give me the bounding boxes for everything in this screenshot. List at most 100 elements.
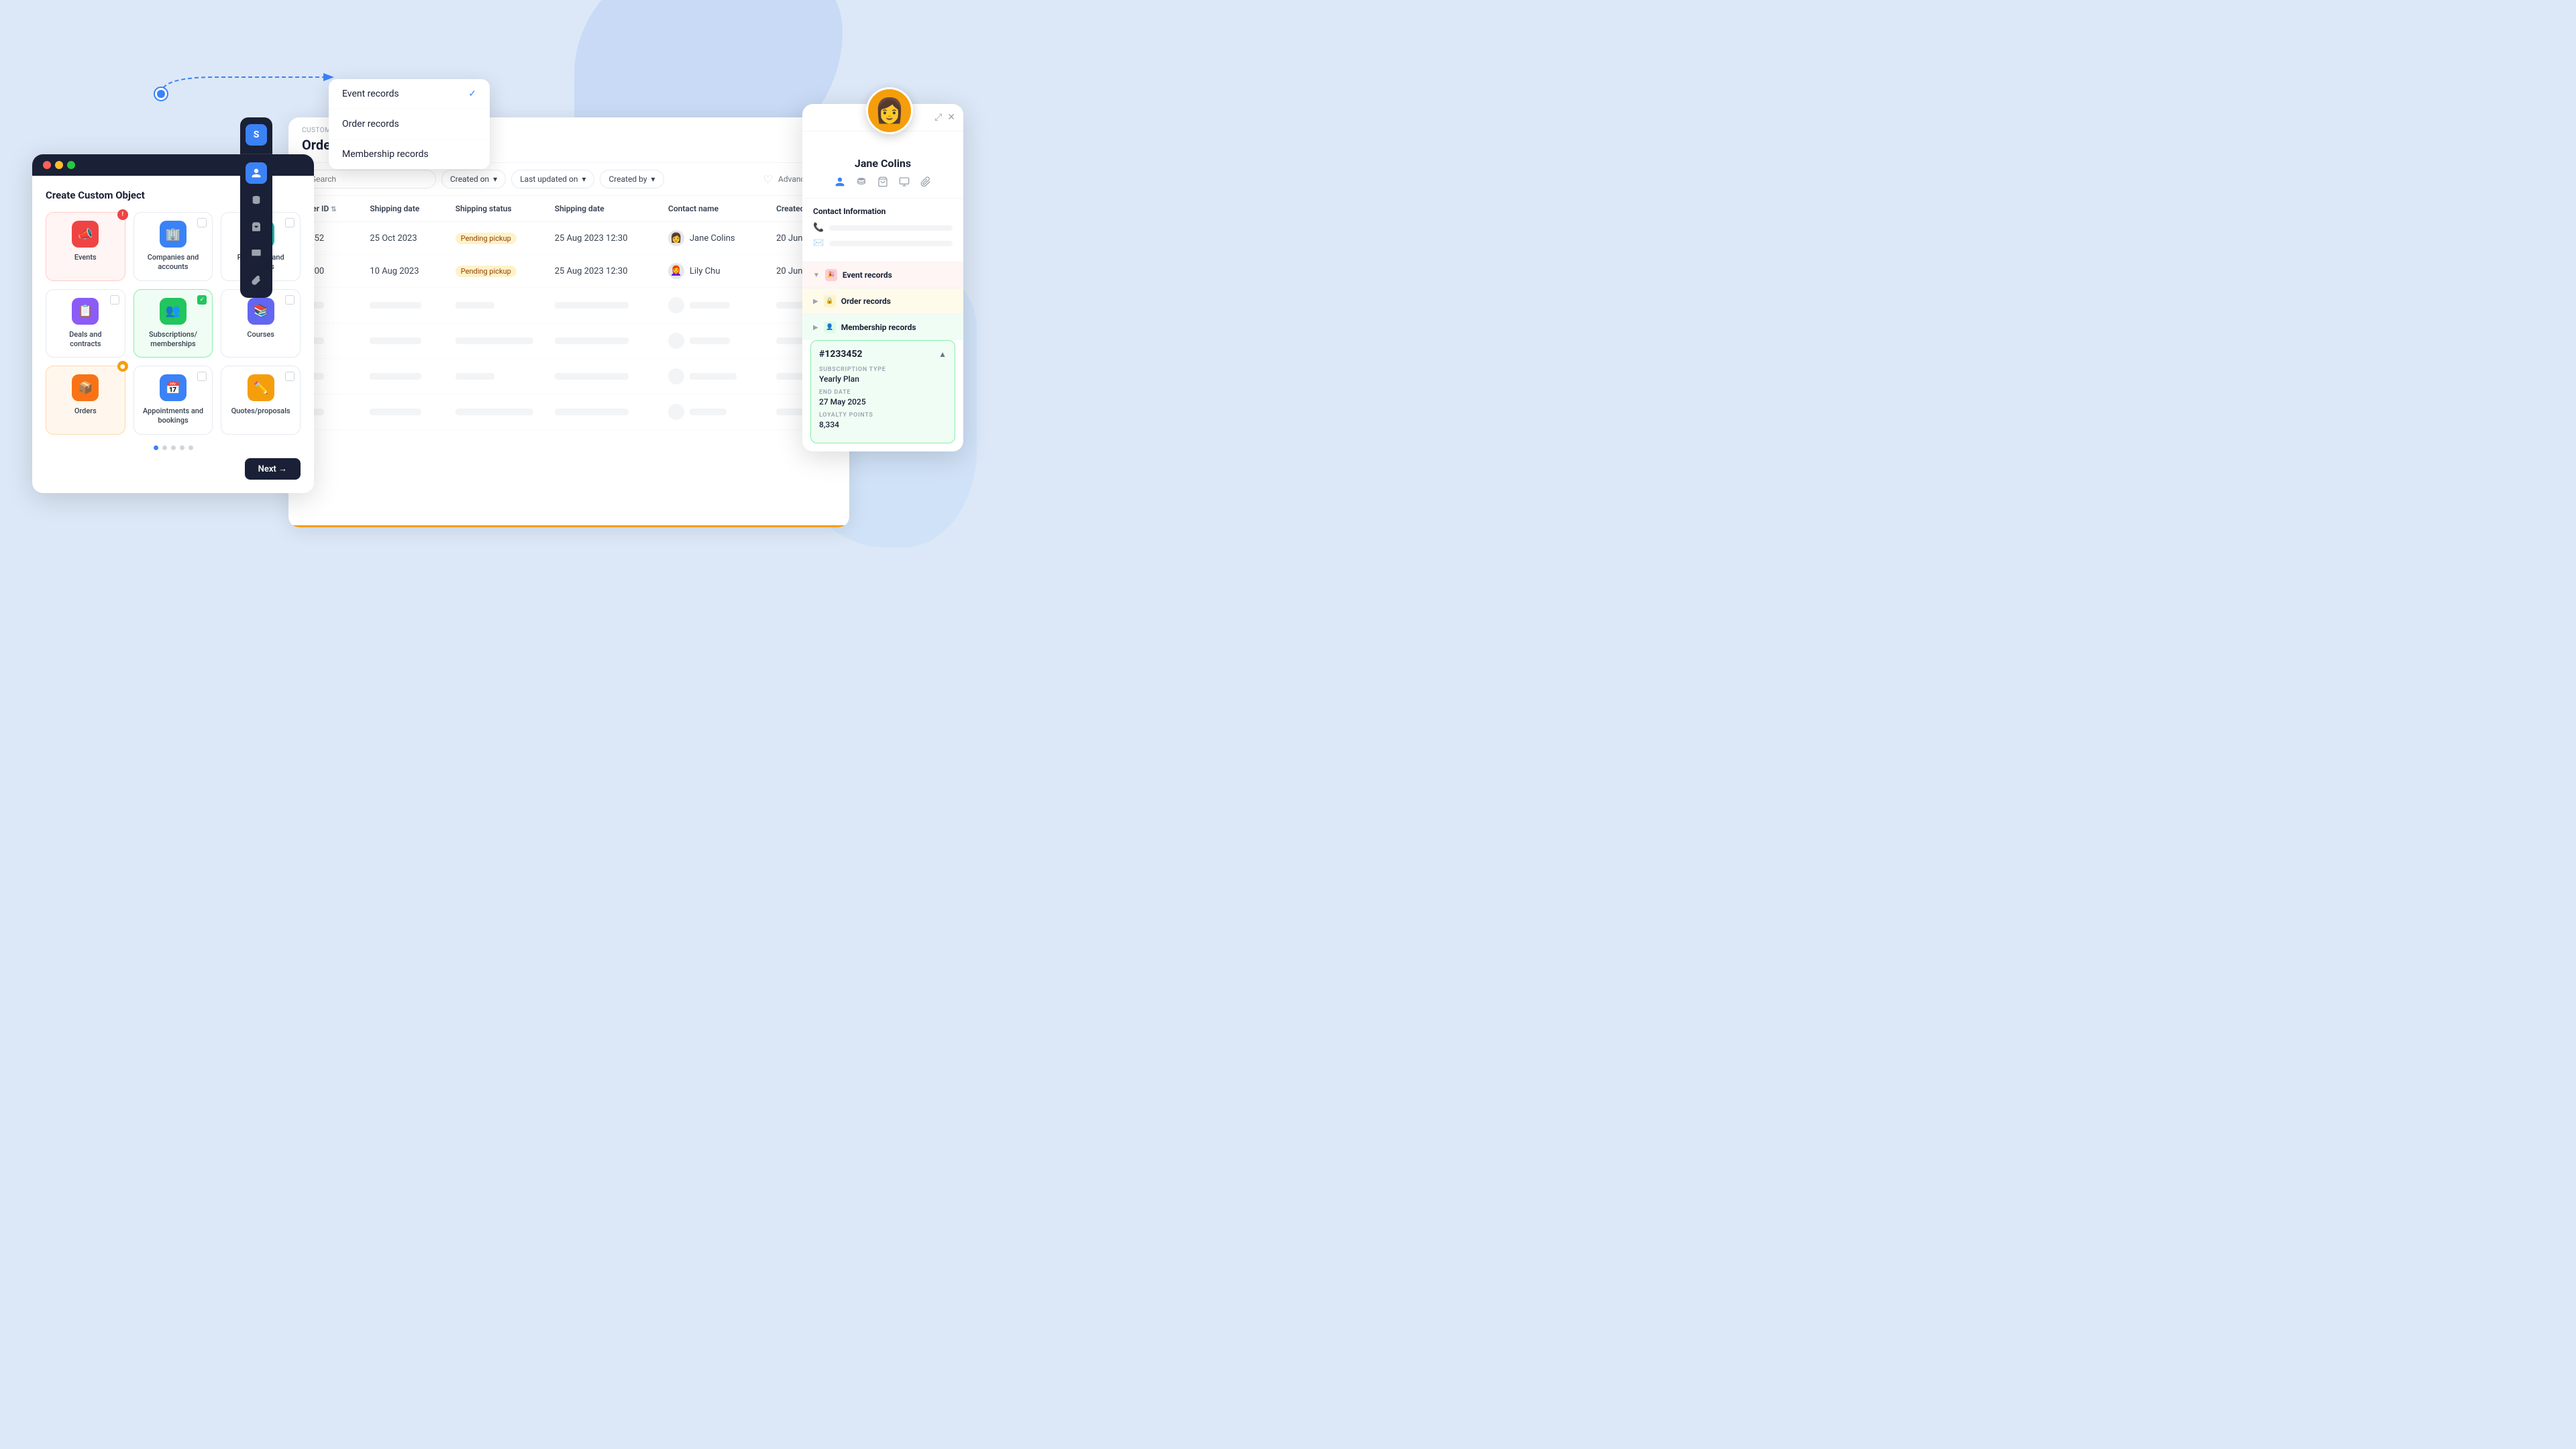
close-button[interactable]: ✕ [947,112,955,123]
filter-created-by[interactable]: Created by ▾ [600,170,663,189]
order-type-icon: 🔒 [824,295,836,307]
table-row[interactable]: #3000 10 Aug 2023 Pending pickup 25 Aug … [288,255,849,288]
loyalty-points-value: 8,334 [819,420,947,429]
cell-contact-2: 👩‍🦰 Lily Chu [657,255,765,288]
dot-1[interactable] [154,445,158,450]
skeleton [690,302,730,309]
contact-icon-paperclip[interactable] [920,176,931,190]
membership-card: #1233452 ▲ SUBSCRIPTION TYPE Yearly Plan… [810,340,955,443]
subscription-type-value: Yearly Plan [819,374,947,384]
traffic-light-green[interactable] [67,161,75,169]
filter-created-by-arrow: ▾ [651,174,655,184]
skeleton-contact [668,297,755,313]
subscriptions-icon: 👥 [160,298,186,325]
membership-records-header[interactable]: ▶ 👤 Membership records [802,315,963,340]
skeleton [555,302,629,309]
contact-icon-database[interactable] [856,176,867,190]
table-header-row: Order ID ⇅ Shipping date Shipping status… [288,196,849,222]
appointments-icon: 📅 [160,374,186,401]
sort-icon-order-id[interactable]: ⇅ [331,206,336,213]
filter-last-updated[interactable]: Last updated on ▾ [511,170,594,189]
subscriptions-checkbox[interactable]: ✓ [197,295,207,305]
object-card-quotes[interactable]: ✏️ Quotes/proposals [221,366,301,435]
companies-checkbox[interactable] [197,218,207,227]
skeleton [555,409,629,415]
payments-checkbox[interactable] [285,218,294,227]
event-records-header[interactable]: ▼ 🎉 Event records [802,262,963,288]
membership-id-row: #1233452 ▲ [819,349,947,360]
skeleton [668,297,684,313]
traffic-light-red[interactable] [43,161,51,169]
right-panel: ⤢ ✕ Jane Colins Contact Information [802,104,963,451]
sidebar-icon-monitor[interactable] [246,243,267,264]
filter-created-on[interactable]: Created on ▾ [441,170,506,189]
contact-info-email: ✉️ [813,238,953,248]
orders-icon: 📦 [72,374,99,401]
filter-created-by-label: Created by [608,174,647,184]
order-records-header[interactable]: ▶ 🔒 Order records [802,288,963,314]
membership-id: #1233452 [819,349,863,360]
quotes-checkbox[interactable] [285,372,294,381]
skeleton [668,404,684,420]
contact-icon-monitor[interactable] [899,176,910,190]
companies-label: Companies and accounts [142,253,205,272]
events-label: Events [54,253,117,262]
dropdown-menu: Event records ✓ Order records Membership… [329,79,490,169]
dropdown-item-order-records[interactable]: Order records [329,109,490,140]
skeleton [370,373,421,380]
appointments-checkbox[interactable] [197,372,207,381]
orders-label: Orders [54,407,117,416]
object-card-courses[interactable]: 📚 Courses [221,289,301,358]
dropdown-item-event-records[interactable]: Event records ✓ [329,79,490,109]
cell-shipping-status-1: Pending pickup [445,222,544,255]
membership-type-icon: 👤 [824,321,836,333]
contact-cell-1: 👩 Jane Colins [668,230,755,246]
skeleton [555,337,629,344]
dot-5[interactable] [189,445,193,450]
table-row[interactable]: #3452 25 Oct 2023 Pending pickup 25 Aug … [288,222,849,255]
object-card-subscriptions[interactable]: ✓ 👥 Subscriptions/ memberships [133,289,213,358]
cell-contact-1: 👩 Jane Colins [657,222,765,255]
expand-button[interactable]: ⤢ [934,112,942,123]
traffic-light-yellow[interactable] [55,161,63,169]
courses-label: Courses [229,330,292,339]
check-icon-event-records: ✓ [468,89,476,99]
dot-4[interactable] [180,445,184,450]
dropdown-item-membership-records[interactable]: Membership records [329,140,490,169]
contact-avatar-lily: 👩‍🦰 [668,263,684,279]
contact-icon-person[interactable] [835,176,845,190]
next-button[interactable]: Next → [245,458,301,480]
skeleton [455,373,494,380]
cell-shipping-date-1: 25 Oct 2023 [359,222,444,255]
object-card-appointments[interactable]: 📅 Appointments and bookings [133,366,213,435]
quotes-label: Quotes/proposals [229,407,292,416]
search-input[interactable] [302,170,436,189]
record-section-orders: ▶ 🔒 Order records [802,288,963,314]
skeleton [668,368,684,384]
deals-checkbox[interactable] [110,295,119,305]
phone-icon: 📞 [813,223,824,233]
contact-icon-bag[interactable] [877,176,888,190]
membership-collapse-icon[interactable]: ▲ [938,350,947,359]
sidebar-icon-database[interactable] [246,189,267,211]
favorites-button[interactable]: ♡ [763,173,773,186]
sidebar-icon-paperclip[interactable] [246,270,267,291]
object-card-events[interactable]: ! 📣 Events [46,212,125,281]
dropdown-label-membership-records: Membership records [342,149,429,160]
courses-checkbox[interactable] [285,295,294,305]
dot-3[interactable] [171,445,176,450]
sidebar-icon-bag[interactable] [246,216,267,237]
contact-info-title: Contact Information [813,207,953,216]
object-card-companies[interactable]: 🏢 Companies and accounts [133,212,213,281]
table-row-skeleton [288,288,849,323]
skeleton [690,373,737,380]
dot-2[interactable] [162,445,167,450]
contact-avatar-container: 👩 [866,87,913,134]
record-section-events: ▼ 🎉 Event records [802,262,963,288]
skeleton [455,409,533,415]
object-card-deals[interactable]: 📋 Deals and contracts [46,289,125,358]
event-expand-icon: ▼ [813,272,820,279]
object-card-orders[interactable]: ● 📦 Orders [46,366,125,435]
sidebar-icon-person[interactable] [246,162,267,184]
phone-skeleton [829,225,953,231]
